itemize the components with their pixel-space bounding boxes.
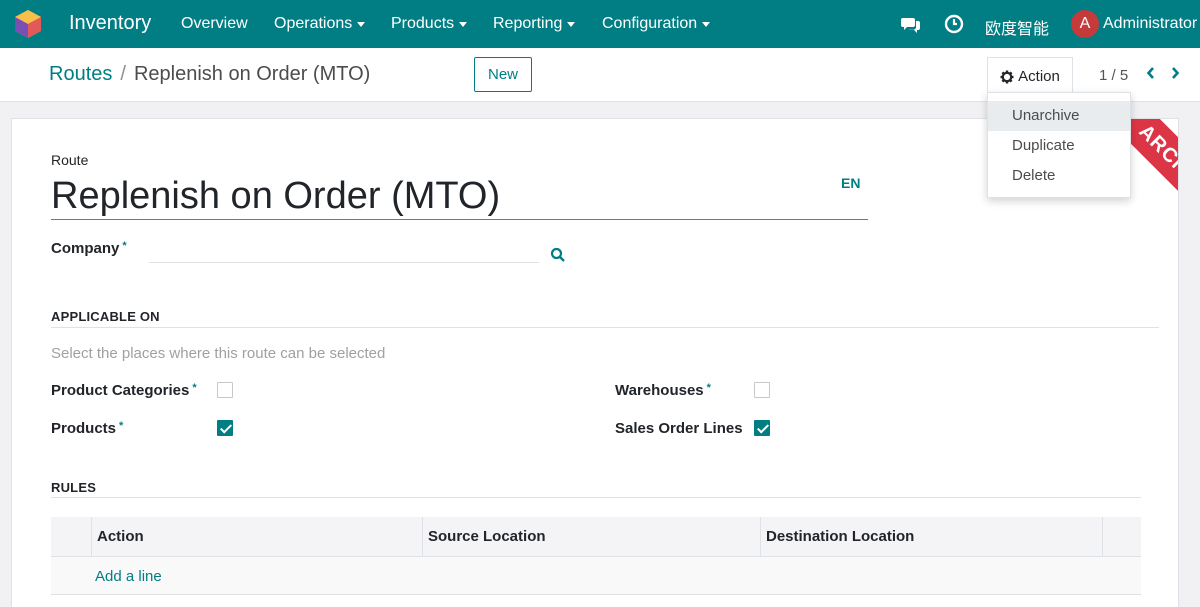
action-button[interactable]: Action [987,57,1073,95]
products-checkbox[interactable] [217,420,233,436]
menu-overview-label: Overview [181,15,248,32]
breadcrumb-routes-link[interactable]: Routes [49,63,112,86]
breadcrumb-separator: / [120,63,126,85]
gear-icon [1000,70,1014,83]
required-mark: * [122,240,127,252]
caret-down-icon [702,22,711,27]
language-button[interactable]: EN [841,175,860,191]
menu-item-unarchive[interactable]: Unarchive [988,101,1130,131]
caret-down-icon [459,22,468,27]
clock-icon[interactable] [943,13,965,35]
product-categories-label-text: Product Categories [51,382,190,399]
action-button-label: Action [1018,68,1060,85]
search-icon[interactable] [550,247,566,263]
breadcrumb: Routes / Replenish on Order (MTO) [49,63,370,86]
menu-reporting[interactable]: Reporting [493,15,576,33]
products-label-text: Products [51,420,117,437]
required-mark: * [192,382,197,394]
action-dropdown-menu: Unarchive Duplicate Delete [987,92,1131,198]
chat-icon[interactable] [900,13,922,35]
menu-operations[interactable]: Operations [274,15,366,33]
menu-products[interactable]: Products [391,15,468,33]
add-line-row: Add a line [51,557,1141,595]
menu-item-duplicate[interactable]: Duplicate [988,131,1130,161]
add-line-link[interactable]: Add a line [95,568,162,585]
route-label: Route [51,152,89,168]
product-categories-checkbox[interactable] [217,382,233,398]
required-mark: * [706,382,711,394]
chevron-right-icon [1172,67,1180,79]
caret-down-icon [567,22,576,27]
menu-overview[interactable]: Overview [181,15,248,33]
pager-previous-button[interactable] [1143,63,1159,83]
user-menu[interactable]: Administrator [1103,15,1197,33]
route-name-underline [51,219,868,220]
caret-down-icon [357,22,366,27]
table-header: Action Source Location Destination Locat… [51,517,1141,557]
products-label: Products * [51,420,123,437]
section-divider [51,497,1141,498]
product-categories-label: Product Categories * [51,382,197,399]
sales-order-lines-label: Sales Order Lines [615,420,743,437]
applicable-help-text: Select the places where this route can b… [51,345,386,362]
app-name[interactable]: Inventory [69,12,151,35]
company-label-text: Company [51,240,120,257]
menu-item-delete[interactable]: Delete [988,161,1130,191]
rules-title: RULES [51,480,97,495]
new-button[interactable]: New [474,57,532,92]
column-options [1102,517,1141,556]
company-label: Company * [51,240,127,257]
company-field[interactable] [149,243,539,263]
avatar[interactable]: A [1071,10,1099,38]
pager-value[interactable]: 1 / 5 [1099,67,1128,84]
menu-reporting-label: Reporting [493,15,563,32]
scrollbar[interactable] [1190,110,1200,607]
menu-configuration[interactable]: Configuration [602,15,711,33]
warehouses-label: Warehouses * [615,382,711,399]
warehouses-checkbox[interactable] [754,382,770,398]
breadcrumb-current: Replenish on Order (MTO) [133,63,371,85]
column-source-location[interactable]: Source Location [422,517,760,556]
rules-table: Action Source Location Destination Locat… [51,517,1141,595]
applicable-on-title: APPLICABLE ON [51,309,160,324]
sales-order-lines-checkbox[interactable] [754,420,770,436]
warehouses-label-text: Warehouses [615,382,704,399]
column-action[interactable]: Action [91,517,422,556]
column-destination-location[interactable]: Destination Location [760,517,1102,556]
section-divider [51,327,1159,328]
top-navbar: Inventory Overview Operations Products R… [0,0,1200,48]
chevron-left-icon [1146,67,1154,79]
route-name-input[interactable]: Replenish on Order (MTO) [51,175,500,218]
menu-configuration-label: Configuration [602,15,698,32]
company-switcher[interactable]: 欧度智能 [985,15,1049,39]
menu-operations-label: Operations [274,15,353,32]
required-mark: * [119,420,124,432]
pager-next-button[interactable] [1167,63,1183,83]
menu-products-label: Products [391,15,455,32]
inventory-app-icon[interactable] [13,9,43,39]
